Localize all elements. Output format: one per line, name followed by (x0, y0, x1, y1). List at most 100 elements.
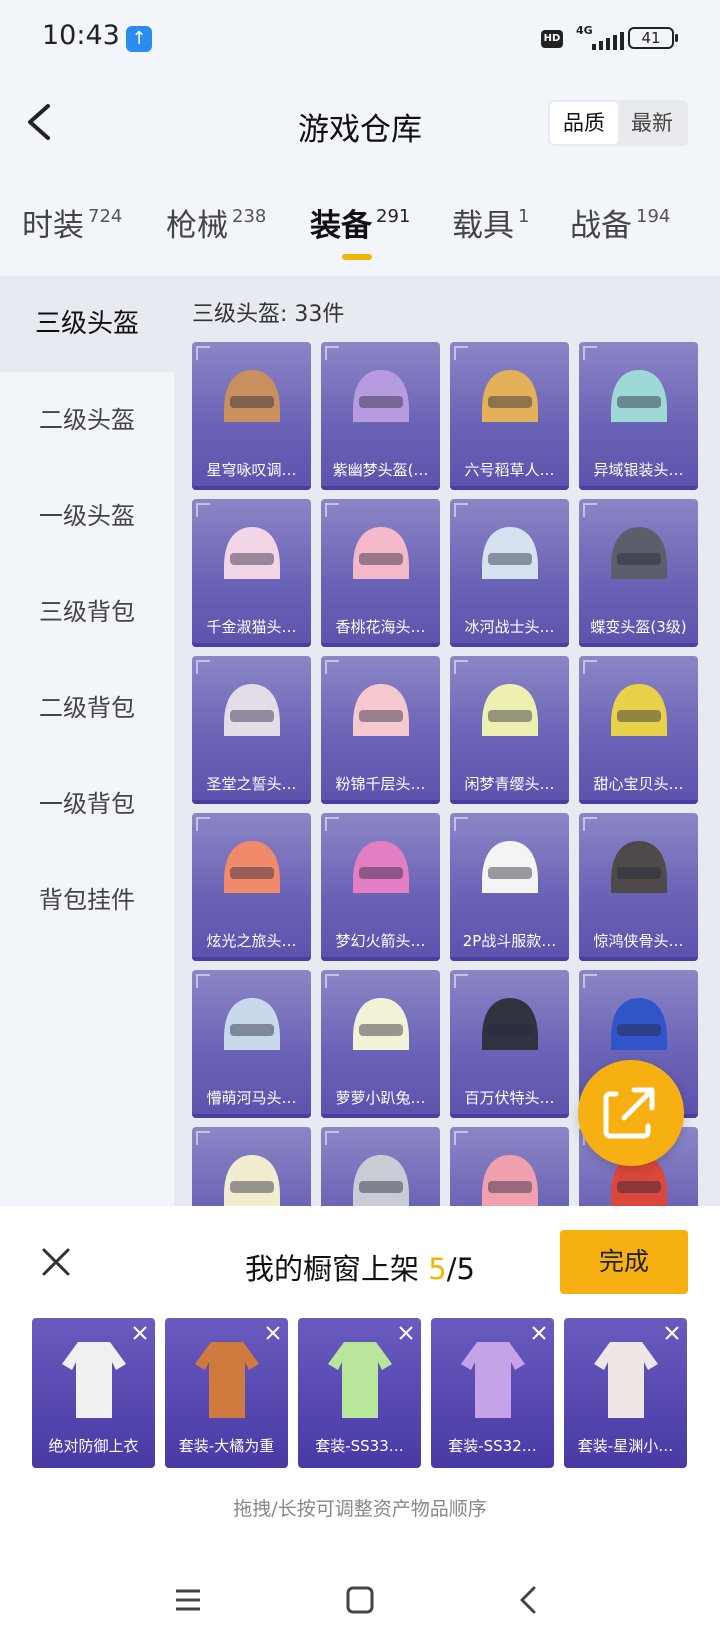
select-corner-icon (196, 817, 210, 831)
item-name: 冰河战士头… (464, 618, 555, 636)
sidebar-item-level2-backpack[interactable]: 二级背包 (0, 660, 174, 756)
select-corner-icon (454, 817, 468, 831)
sidebar-item-backpack-charm[interactable]: 背包挂件 (0, 852, 174, 948)
tab-fashion[interactable]: 时装 724 (22, 200, 122, 245)
item-count: 三级头盔: 33件 (192, 302, 345, 327)
sidebar-item-level1-helmet[interactable]: 一级头盔 (0, 468, 174, 564)
helmet-icon (224, 1155, 280, 1206)
outfit-icon (195, 1342, 259, 1418)
item-card[interactable] (450, 1127, 569, 1206)
item-card[interactable]: 懵萌河马头… (192, 970, 311, 1118)
remove-icon[interactable] (395, 1322, 417, 1344)
showcase-item[interactable]: 套装-星渊小… (564, 1318, 687, 1468)
hd-icon: HD (541, 30, 563, 48)
share-icon (603, 1087, 655, 1139)
helmet-icon (224, 841, 280, 893)
item-card[interactable]: 圣堂之誓头… (192, 656, 311, 804)
select-corner-icon (196, 346, 210, 360)
outfit-icon (328, 1342, 392, 1418)
item-card[interactable]: 粉锦千层头… (321, 656, 440, 804)
sidebar-item-level1-backpack[interactable]: 一级背包 (0, 756, 174, 852)
showcase-item[interactable]: 套装-SS32… (431, 1318, 554, 1468)
select-corner-icon (196, 503, 210, 517)
outfit-icon (461, 1342, 525, 1418)
sidebar-item-level3-backpack[interactable]: 三级背包 (0, 564, 174, 660)
sort-toggle: 品质 最新 (548, 100, 688, 146)
item-card[interactable]: 紫幽梦头盔(… (321, 342, 440, 490)
menu-icon[interactable] (164, 1576, 212, 1624)
item-card[interactable]: 六号稻草人… (450, 342, 569, 490)
item-card[interactable]: 甜心宝贝头… (579, 656, 698, 804)
item-name: 闲梦青缨头… (464, 775, 555, 793)
tab-equipment[interactable]: 装备 291 (310, 200, 410, 260)
tab-vehicles[interactable]: 载具 1 (452, 200, 529, 245)
remove-icon[interactable] (661, 1322, 683, 1344)
item-card[interactable]: 异域银装头… (579, 342, 698, 490)
item-name: 异域银装头… (593, 461, 684, 479)
showcase-item-name: 套装-SS32… (448, 1437, 537, 1455)
home-icon[interactable] (336, 1576, 384, 1624)
item-name: 梦幻火箭头… (335, 932, 426, 950)
showcase-item[interactable]: 绝对防御上衣 (32, 1318, 155, 1468)
sidebar-item-level2-helmet[interactable]: 二级头盔 (0, 372, 174, 468)
helmet-icon (482, 1155, 538, 1206)
showcase-item[interactable]: 套装-SS33… (298, 1318, 421, 1468)
nav-back-icon[interactable] (506, 1576, 554, 1624)
showcase-item[interactable]: 套装-大橘为重 (165, 1318, 288, 1468)
item-card[interactable]: 香桃花海头… (321, 499, 440, 647)
remove-icon[interactable] (262, 1322, 284, 1344)
select-corner-icon (583, 346, 597, 360)
sort-quality-button[interactable]: 品质 (550, 102, 618, 144)
select-corner-icon (454, 503, 468, 517)
helmet-icon (482, 527, 538, 579)
select-corner-icon (325, 346, 339, 360)
helmet-icon (224, 527, 280, 579)
remove-icon[interactable] (528, 1322, 550, 1344)
item-card[interactable]: 炫光之旅头… (192, 813, 311, 961)
item-card[interactable]: 惊鸿侠骨头… (579, 813, 698, 961)
item-name: 萝萝小趴兔… (335, 1089, 426, 1107)
item-name: 2P战斗服款… (462, 932, 557, 950)
remove-icon[interactable] (129, 1322, 151, 1344)
helmet-icon (353, 1155, 409, 1206)
showcase-item-name: 套装-星渊小… (577, 1437, 674, 1455)
select-corner-icon (454, 346, 468, 360)
select-corner-icon (196, 1131, 210, 1145)
item-card[interactable] (192, 1127, 311, 1206)
status-time: 10:43 (42, 20, 120, 51)
item-name: 百万伏特头… (464, 1089, 555, 1107)
item-card[interactable]: 蝶变头盔(3级) (579, 499, 698, 647)
item-name: 香桃花海头… (335, 618, 426, 636)
reorder-hint: 拖拽/长按可调整资产物品顺序 (233, 1498, 487, 1520)
helmet-icon (482, 370, 538, 422)
select-corner-icon (454, 1131, 468, 1145)
sort-latest-button[interactable]: 最新 (618, 102, 686, 144)
share-button[interactable] (578, 1060, 684, 1166)
item-name: 粉锦千层头… (335, 775, 426, 793)
select-corner-icon (583, 503, 597, 517)
sidebar-item-level3-helmet[interactable]: 三级头盔 (0, 276, 174, 372)
header: 游戏仓库 品质 最新 (0, 80, 720, 170)
done-button[interactable]: 完成 (560, 1230, 688, 1294)
system-nav-bar (0, 1560, 720, 1640)
tab-weapons[interactable]: 枪械 238 (166, 200, 266, 245)
item-card[interactable]: 2P战斗服款… (450, 813, 569, 961)
item-card[interactable]: 闲梦青缨头… (450, 656, 569, 804)
item-card[interactable]: 萝萝小趴兔… (321, 970, 440, 1118)
item-card[interactable]: 冰河战士头… (450, 499, 569, 647)
helmet-icon (353, 841, 409, 893)
showcase-shelf: 绝对防御上衣 套装-大橘为重 套装-SS33… 套装-SS32… 套装-星渊小… (32, 1318, 687, 1468)
item-name: 炫光之旅头… (206, 932, 297, 950)
helmet-icon (611, 684, 667, 736)
item-card[interactable]: 星穹咏叹调… (192, 342, 311, 490)
item-card[interactable] (321, 1127, 440, 1206)
select-corner-icon (454, 974, 468, 988)
item-card[interactable]: 百万伏特头… (450, 970, 569, 1118)
item-name: 甜心宝贝头… (593, 775, 684, 793)
showcase-item-name: 绝对防御上衣 (48, 1437, 139, 1455)
tab-supplies[interactable]: 战备 194 (570, 200, 670, 245)
select-corner-icon (454, 660, 468, 674)
signal-icon: 4G (572, 24, 624, 50)
item-card[interactable]: 千金淑猫头… (192, 499, 311, 647)
item-card[interactable]: 梦幻火箭头… (321, 813, 440, 961)
